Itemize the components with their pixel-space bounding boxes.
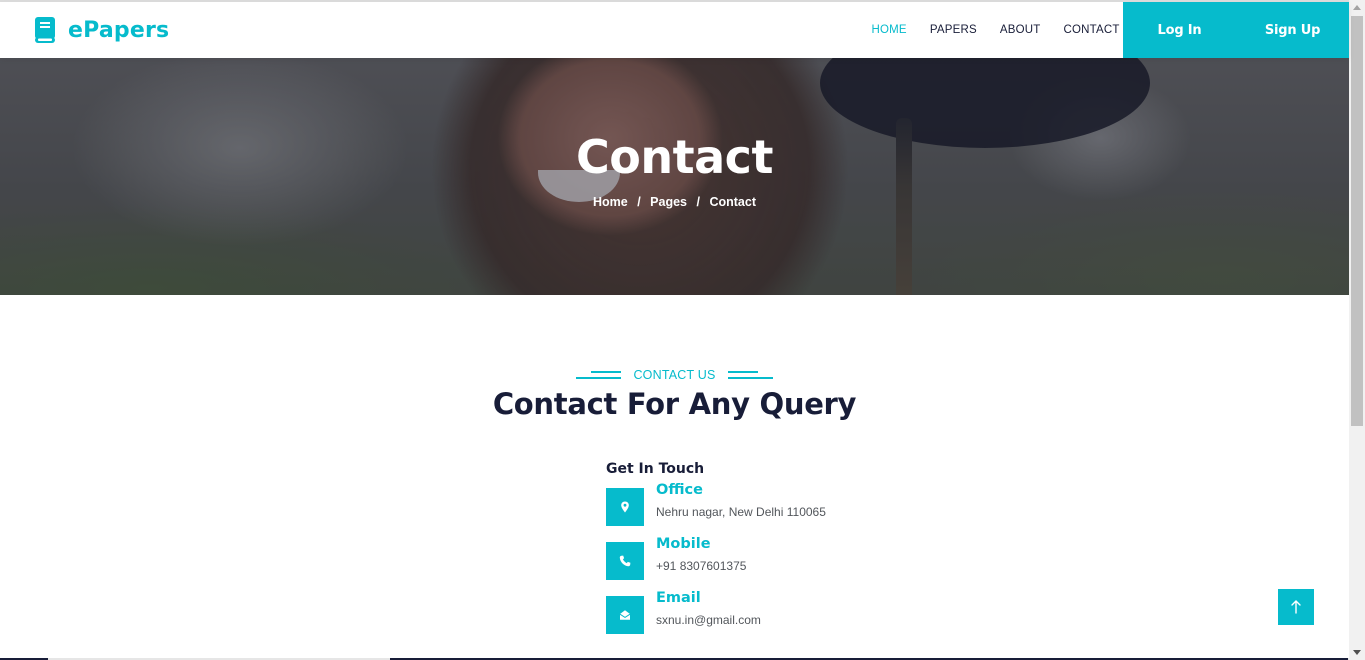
contact-label: Office <box>656 482 703 498</box>
contact-item-office: Office Nehru nagar, New Delhi 110065 <box>606 482 906 526</box>
scroll-down-arrow[interactable] <box>1353 650 1361 655</box>
contact-item-email: Email sxnu.in@gmail.com <box>606 590 906 634</box>
nav-about-link[interactable]: ABOUT <box>1000 24 1041 36</box>
navbar: ePapers HOME PAPERS ABOUT CONTACT Log In… <box>0 2 1349 58</box>
nav-menu: HOME PAPERS ABOUT CONTACT <box>860 2 1131 58</box>
breadcrumb-separator: / <box>696 195 700 209</box>
office-icon-box <box>606 488 644 526</box>
section-tag: CONTACT US <box>0 368 1349 382</box>
envelope-open-icon <box>619 610 631 620</box>
auth-buttons: Log In Sign Up <box>1123 2 1349 58</box>
page-header-banner: Contact Home / Pages / Contact <box>0 58 1349 295</box>
breadcrumb: Home / Pages / Contact <box>0 195 1349 209</box>
map-marker-icon <box>621 501 629 513</box>
nav-home-link[interactable]: HOME <box>872 24 907 36</box>
scroll-up-arrow[interactable] <box>1353 5 1361 10</box>
contact-item-mobile: Mobile +91 8307601375 <box>606 536 906 580</box>
contact-value: +91 8307601375 <box>656 559 747 573</box>
nav-papers-link[interactable]: PAPERS <box>930 24 977 36</box>
nav-contact-link[interactable]: CONTACT <box>1063 24 1119 36</box>
phone-icon <box>619 555 631 567</box>
contact-value: Nehru nagar, New Delhi 110065 <box>656 505 826 519</box>
login-button[interactable]: Log In <box>1123 2 1236 58</box>
page-title: Contact <box>576 130 773 184</box>
contact-label: Mobile <box>656 536 711 552</box>
brand-logo[interactable]: ePapers <box>34 16 169 44</box>
tag-decoration-left <box>576 371 622 379</box>
back-to-top-button[interactable] <box>1278 589 1314 625</box>
arrow-up-icon <box>1291 600 1301 614</box>
section-title: Contact For Any Query <box>492 387 857 421</box>
scroll-thumb[interactable] <box>1351 16 1363 426</box>
email-icon-box <box>606 596 644 634</box>
mobile-icon-box <box>606 542 644 580</box>
vertical-scrollbar[interactable] <box>1349 0 1365 660</box>
section-tag-label: CONTACT US <box>633 368 716 382</box>
breadcrumb-pages[interactable]: Pages <box>650 195 687 209</box>
contact-label: Email <box>656 590 701 606</box>
breadcrumb-home[interactable]: Home <box>593 195 628 209</box>
breadcrumb-separator: / <box>637 195 641 209</box>
tag-decoration-right <box>727 371 773 379</box>
breadcrumb-current: Contact <box>709 195 756 209</box>
contact-value: sxnu.in@gmail.com <box>656 613 761 627</box>
brand-name: ePapers <box>68 17 170 43</box>
get-in-touch-heading: Get In Touch <box>606 461 705 477</box>
book-icon <box>35 17 55 43</box>
signup-button[interactable]: Sign Up <box>1236 2 1349 58</box>
